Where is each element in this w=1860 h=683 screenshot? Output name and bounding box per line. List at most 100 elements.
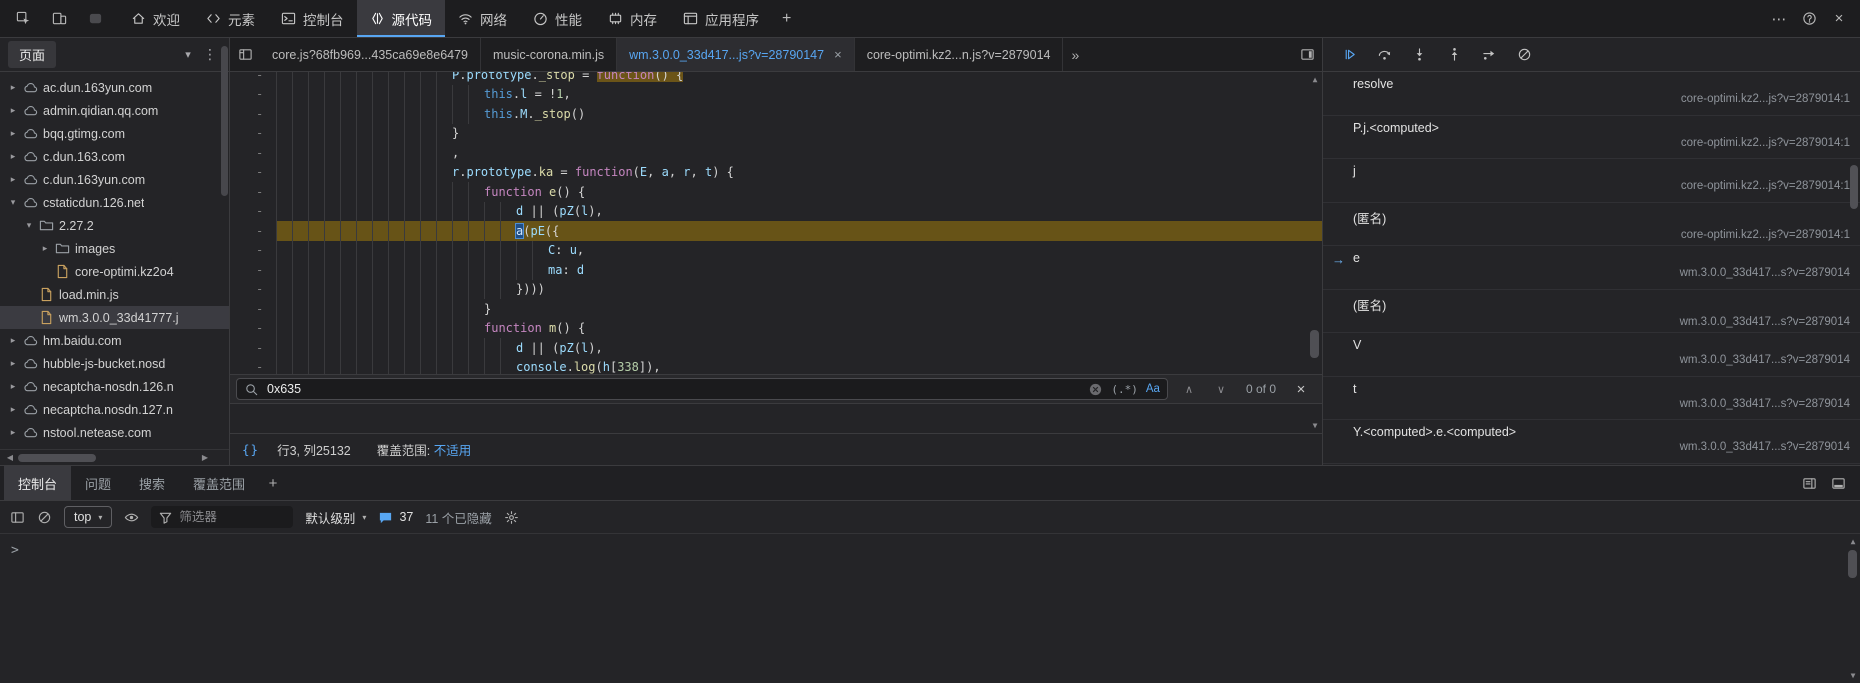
- clear-search-icon[interactable]: [1088, 382, 1103, 397]
- code-line[interactable]: -d || (pZ(l),: [230, 338, 1322, 358]
- gutter-marker[interactable]: -: [230, 299, 276, 319]
- console-filter-box[interactable]: [151, 506, 293, 528]
- tab-welcome[interactable]: 欢迎: [118, 0, 193, 37]
- scroll-up-icon[interactable]: ▲: [1846, 537, 1860, 546]
- tree-item[interactable]: core-optimi.kz2o4: [0, 260, 229, 283]
- call-stack-frame[interactable]: Vwm.3.0.0_33d417...s?v=2879014: [1323, 333, 1860, 377]
- close-search-icon[interactable]: ×: [1290, 381, 1312, 398]
- scrollbar-thumb[interactable]: [1310, 330, 1319, 358]
- code-line[interactable]: -this.l = !1,: [230, 85, 1322, 105]
- match-case-toggle[interactable]: Aa: [1146, 383, 1160, 395]
- tree-item[interactable]: ▸hubble-js-bucket.nosd: [0, 352, 229, 375]
- call-stack-frame[interactable]: twm.3.0.0_33d417...s?v=2879014: [1323, 377, 1860, 421]
- tree-item[interactable]: ▾cstaticdun.126.net: [0, 191, 229, 214]
- coverage-value[interactable]: 不适用: [434, 444, 472, 458]
- tree-item[interactable]: ▸images: [0, 237, 229, 260]
- gutter-marker[interactable]: -: [230, 221, 276, 241]
- code-editor[interactable]: -P.prototype._stop = function() {-this.l…: [230, 72, 1322, 433]
- console-settings-icon[interactable]: [504, 510, 519, 525]
- more-tools-button[interactable]: +: [772, 0, 801, 37]
- console-output[interactable]: > ▲ ▼: [0, 534, 1860, 683]
- gutter-marker[interactable]: -: [230, 124, 276, 144]
- tree-item[interactable]: ▸ac.dun.163yun.com: [0, 76, 229, 99]
- call-stack-frame[interactable]: P.j.<computed>core-optimi.kz2...js?v=287…: [1323, 116, 1860, 160]
- navigator-horizontal-scrollbar[interactable]: ◀ ▶: [0, 449, 229, 465]
- tab-console[interactable]: 控制台: [268, 0, 357, 37]
- navigator-menu-icon[interactable]: ⋮: [199, 46, 221, 63]
- hidden-messages-count[interactable]: 11 个已隐藏: [425, 508, 491, 527]
- close-devtools-icon[interactable]: ×: [1824, 5, 1854, 33]
- scroll-down-icon[interactable]: ▼: [1846, 671, 1860, 680]
- message-count[interactable]: 37: [378, 510, 413, 525]
- pane-overflow-icon[interactable]: ▾: [177, 48, 199, 61]
- live-expression-icon[interactable]: [124, 510, 139, 525]
- more-options-icon[interactable]: ⋯: [1764, 5, 1794, 33]
- step-out-icon[interactable]: [1438, 42, 1470, 68]
- add-drawer-tab-icon[interactable]: +: [259, 475, 287, 492]
- drawer-tab-search[interactable]: 搜索: [125, 466, 179, 500]
- debugger-scrollbar[interactable]: [1850, 165, 1858, 209]
- focus-mode-icon[interactable]: [80, 5, 110, 33]
- code-line[interactable]: -}: [230, 124, 1322, 144]
- gutter-marker[interactable]: -: [230, 260, 276, 280]
- scrollbar-thumb[interactable]: [18, 454, 96, 462]
- chevron-right-icon[interactable]: ▸: [6, 335, 20, 346]
- gutter-marker[interactable]: -: [230, 241, 276, 261]
- gutter-marker[interactable]: -: [230, 104, 276, 124]
- gutter-marker[interactable]: -: [230, 143, 276, 163]
- call-stack-frame[interactable]: Y.<computed>.e.<computed>wm.3.0.0_33d417…: [1323, 420, 1860, 464]
- scroll-down-icon[interactable]: ▼: [1308, 421, 1322, 430]
- tree-item[interactable]: ▸necaptcha-nosdn.126.n: [0, 375, 229, 398]
- tree-item[interactable]: ▸bqq.gtimg.com: [0, 122, 229, 145]
- drawer-tab-issues[interactable]: 问题: [71, 466, 125, 500]
- search-input[interactable]: [267, 382, 1080, 396]
- console-panel-icon[interactable]: [1802, 476, 1817, 491]
- gutter-marker[interactable]: -: [230, 319, 276, 339]
- chevron-right-icon[interactable]: ▸: [38, 243, 52, 254]
- scroll-right-icon[interactable]: ▶: [199, 453, 211, 462]
- chevron-down-icon[interactable]: ▾: [22, 220, 36, 231]
- chevron-right-icon[interactable]: ▸: [6, 174, 20, 185]
- scroll-left-icon[interactable]: ◀: [4, 453, 16, 462]
- tree-item[interactable]: ▸admin.qidian.qq.com: [0, 99, 229, 122]
- tree-item[interactable]: ▸necaptcha.nosdn.127.n: [0, 398, 229, 421]
- code-line[interactable]: -C: u,: [230, 241, 1322, 261]
- step-icon[interactable]: [1473, 42, 1505, 68]
- help-icon[interactable]: [1794, 5, 1824, 33]
- chevron-right-icon[interactable]: ▸: [6, 151, 20, 162]
- code-line[interactable]: -function m() {: [230, 319, 1322, 339]
- call-stack-frame[interactable]: jcore-optimi.kz2...js?v=2879014:1: [1323, 159, 1860, 203]
- tree-item[interactable]: ▸c.dun.163.com: [0, 145, 229, 168]
- call-stack-frame[interactable]: →ewm.3.0.0_33d417...s?v=2879014: [1323, 246, 1860, 290]
- context-selector[interactable]: top ▾: [64, 506, 112, 528]
- tab-network[interactable]: 网络: [445, 0, 520, 37]
- step-into-icon[interactable]: [1403, 42, 1435, 68]
- chevron-right-icon[interactable]: ▸: [6, 358, 20, 369]
- editor-tab[interactable]: core.js?68fb969...435ca69e8e6479: [260, 38, 481, 71]
- drawer-tab-console[interactable]: 控制台: [4, 466, 71, 500]
- call-stack-frame[interactable]: (匿名)core-optimi.kz2...js?v=2879014:1: [1323, 203, 1860, 247]
- tree-item[interactable]: ▸c.dun.163yun.com: [0, 168, 229, 191]
- toggle-navigator-icon[interactable]: [230, 42, 260, 68]
- code-line[interactable]: -}: [230, 299, 1322, 319]
- gutter-marker[interactable]: -: [230, 202, 276, 222]
- editor-tab[interactable]: wm.3.0.0_33d417...js?v=28790147×: [617, 38, 855, 71]
- code-line[interactable]: -ma: d: [230, 260, 1322, 280]
- scroll-up-icon[interactable]: ▲: [1308, 75, 1322, 84]
- tree-item[interactable]: ▸nstool.netease.com: [0, 421, 229, 444]
- deactivate-breakpoints-icon[interactable]: [1508, 42, 1540, 68]
- tree-item[interactable]: wm.3.0.0_33d41777.j: [0, 306, 229, 329]
- resume-script-icon[interactable]: [1333, 42, 1365, 68]
- call-stack-frame[interactable]: (匿名)wm.3.0.0_33d417...s?v=2879014: [1323, 290, 1860, 334]
- chevron-right-icon[interactable]: ▸: [6, 381, 20, 392]
- gutter-marker[interactable]: -: [230, 338, 276, 358]
- editor-tab[interactable]: core-optimi.kz2...n.js?v=2879014: [855, 38, 1064, 71]
- code-line[interactable]: -,: [230, 143, 1322, 163]
- close-tab-icon[interactable]: ×: [834, 47, 842, 62]
- code-line[interactable]: -}))): [230, 280, 1322, 300]
- drawer-tab-coverage[interactable]: 覆盖范围: [179, 466, 259, 500]
- code-line[interactable]: -a(pE({: [230, 221, 1322, 241]
- code-line[interactable]: -d || (pZ(l),: [230, 202, 1322, 222]
- chevron-right-icon[interactable]: ▸: [6, 128, 20, 139]
- clear-console-icon[interactable]: [37, 510, 52, 525]
